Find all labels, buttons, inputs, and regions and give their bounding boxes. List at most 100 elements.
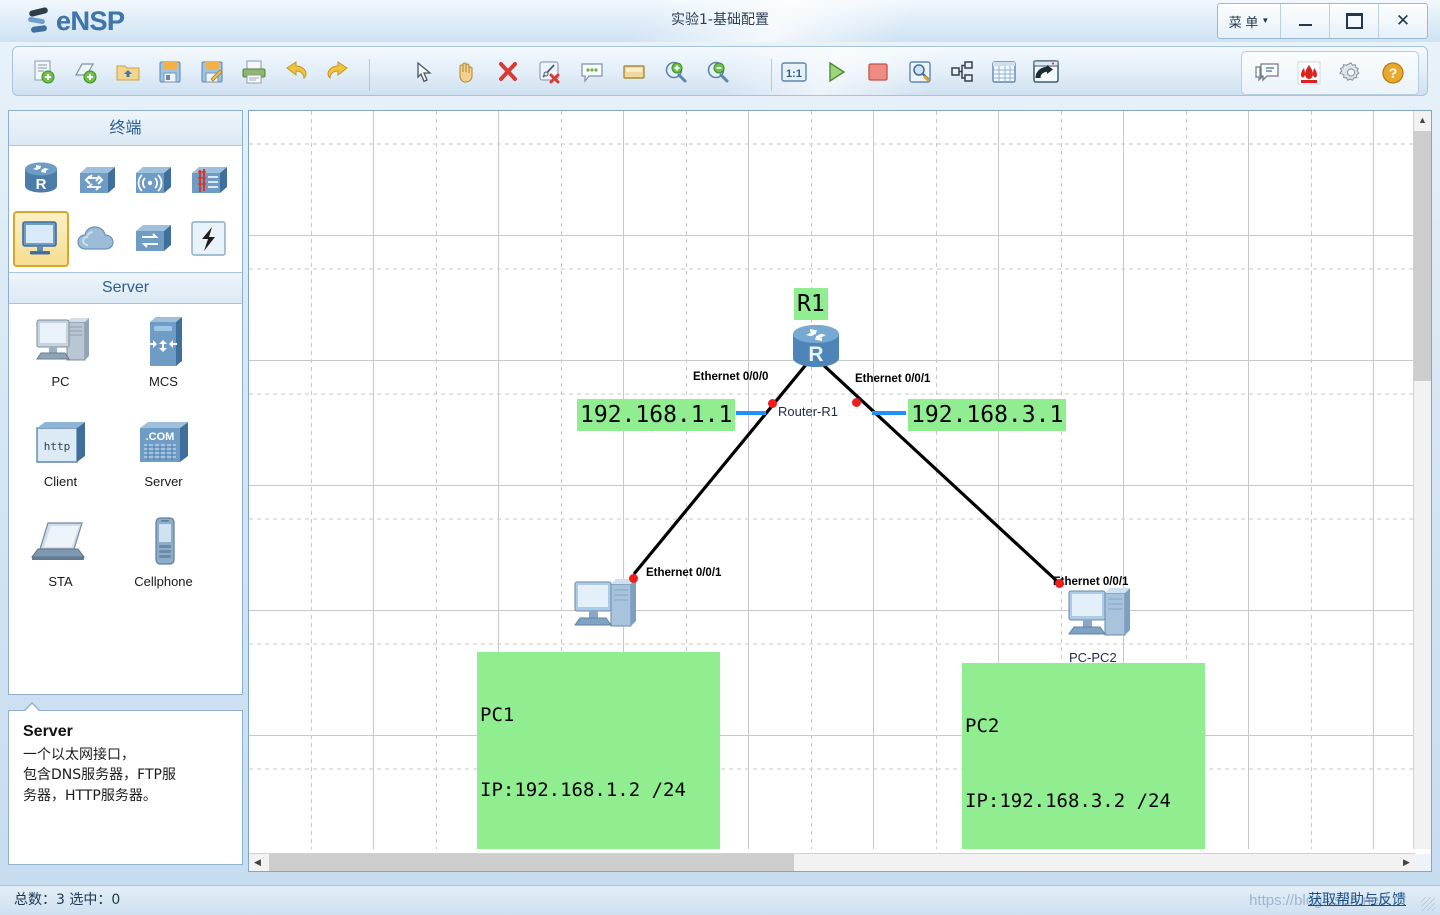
palette-item-switch[interactable] bbox=[69, 153, 125, 209]
vertical-scroll-thumb[interactable] bbox=[1414, 131, 1431, 381]
remove-link-icon[interactable] bbox=[529, 51, 571, 93]
device-info-line-2: 包含DNS服务器，FTP服 bbox=[23, 767, 176, 784]
com-server-icon: .COM bbox=[132, 412, 196, 474]
pc1-annotation-box: PC1 IP:192.168.1.2 /24 网关：192.168.1.1 bbox=[477, 652, 720, 849]
zoom-reset-icon[interactable]: 1:1 bbox=[773, 51, 815, 93]
main-toolbar: 1:1 ? bbox=[12, 46, 1428, 96]
router-iface-left-label: Ethernet 0/0/0 bbox=[693, 371, 769, 383]
ip-left-underline bbox=[736, 411, 766, 415]
palette-item-cloud[interactable] bbox=[69, 211, 125, 267]
device-palette: 终端 R Server PC MCS http Client .COM Serv… bbox=[8, 110, 243, 695]
zoom-out-icon[interactable] bbox=[697, 51, 739, 93]
status-bar: 总数：3 选中：0 https://blog.csdn.net/... 获取帮助… bbox=[0, 885, 1440, 915]
canvas-vertical-scrollbar[interactable]: ▲ bbox=[1413, 111, 1431, 849]
help-icon[interactable]: ? bbox=[1372, 52, 1414, 94]
palette-item-custom-switch[interactable] bbox=[125, 211, 181, 267]
resize-grip-icon[interactable] bbox=[1421, 897, 1435, 911]
menu-button-label: 菜 单 bbox=[1228, 14, 1259, 30]
link-r1-pc1 bbox=[632, 359, 811, 576]
start-device-icon[interactable] bbox=[815, 51, 857, 93]
router-annotation-r1: R1 bbox=[794, 288, 828, 321]
router-device-name: Router-R1 bbox=[778, 404, 838, 419]
device-item-pc[interactable]: PC bbox=[9, 312, 112, 412]
palette-item-firewall[interactable] bbox=[181, 153, 237, 209]
print-icon[interactable] bbox=[233, 51, 275, 93]
maximize-button[interactable] bbox=[1330, 4, 1379, 38]
device-item-client[interactable]: http Client bbox=[9, 412, 112, 512]
huawei-logo-icon[interactable] bbox=[1288, 52, 1330, 94]
pc-node-pc1[interactable] bbox=[567, 576, 639, 643]
device-item-server-label: Server bbox=[144, 474, 183, 489]
delete-icon[interactable] bbox=[487, 51, 529, 93]
minimize-icon bbox=[1298, 24, 1312, 26]
app-logo-text: eNSP bbox=[56, 5, 125, 36]
packet-capture-icon[interactable] bbox=[899, 51, 941, 93]
scroll-right-icon[interactable]: ▶ bbox=[1398, 854, 1415, 871]
horizontal-scroll-thumb[interactable] bbox=[269, 854, 794, 871]
ip-right-underline bbox=[872, 411, 906, 415]
select-cursor-icon[interactable] bbox=[403, 51, 445, 93]
status-counts: 总数：3 选中：0 bbox=[14, 892, 121, 908]
link-endpoint-pc2 bbox=[1055, 579, 1064, 588]
svg-text:R: R bbox=[36, 176, 47, 193]
pc2-annotation-line-2: IP:192.168.3.2 /24 bbox=[965, 790, 1171, 813]
window-controls: 菜 单 ▼ ✕ bbox=[1217, 3, 1428, 39]
undo-icon[interactable] bbox=[275, 51, 317, 93]
help-feedback-link[interactable]: 获取帮助与反馈 bbox=[1308, 886, 1406, 915]
pan-hand-icon[interactable] bbox=[445, 51, 487, 93]
chat-icon[interactable] bbox=[1246, 52, 1288, 94]
topology-tree-icon[interactable] bbox=[941, 51, 983, 93]
toolbar-right-group: ? bbox=[1241, 51, 1419, 95]
palette-section-title: Server bbox=[9, 272, 242, 304]
open-folder-icon[interactable] bbox=[107, 51, 149, 93]
device-info-title: Server bbox=[23, 723, 73, 740]
svg-text:.COM: .COM bbox=[145, 431, 174, 443]
palette-item-connection[interactable] bbox=[181, 211, 237, 267]
settings-gear-icon[interactable] bbox=[1330, 52, 1372, 94]
device-item-cellphone-label: Cellphone bbox=[134, 574, 193, 589]
palette-item-terminal[interactable] bbox=[13, 211, 69, 267]
restore-window-icon[interactable] bbox=[1025, 51, 1067, 93]
device-info-line-1: 一个以太网接口， bbox=[23, 747, 135, 763]
palette-item-router[interactable]: R bbox=[13, 153, 69, 209]
router-node-r1[interactable]: R bbox=[787, 322, 845, 383]
topology-canvas[interactable]: R R1 Router-R1 Ethernet 0/0/0 Ethernet 0… bbox=[249, 111, 1415, 849]
close-button[interactable]: ✕ bbox=[1379, 4, 1427, 38]
scroll-left-icon[interactable]: ◀ bbox=[249, 854, 266, 871]
scrollbar-corner bbox=[1414, 854, 1431, 871]
new-device-icon[interactable] bbox=[65, 51, 107, 93]
device-item-sta-label: STA bbox=[48, 574, 73, 589]
router-ip-right-annotation: 192.168.3.1 bbox=[908, 399, 1067, 432]
device-item-mcs[interactable]: MCS bbox=[112, 312, 215, 412]
pc2-annotation-box: PC2 IP:192.168.3.2 /24 网关：192.168.3.1 bbox=[962, 663, 1205, 849]
rectangle-shape-icon[interactable] bbox=[613, 51, 655, 93]
redo-icon[interactable] bbox=[317, 51, 359, 93]
text-comment-icon[interactable] bbox=[571, 51, 613, 93]
save-icon[interactable] bbox=[149, 51, 191, 93]
topology-canvas-container: R R1 Router-R1 Ethernet 0/0/0 Ethernet 0… bbox=[248, 110, 1432, 872]
device-item-cellphone[interactable]: Cellphone bbox=[112, 512, 215, 612]
device-item-server[interactable]: .COM Server bbox=[112, 412, 215, 512]
pc1-iface-label: Ethernet 0/0/1 bbox=[646, 567, 722, 579]
minimize-button[interactable] bbox=[1281, 4, 1330, 38]
device-item-sta[interactable]: STA bbox=[9, 512, 112, 612]
stop-device-icon[interactable] bbox=[857, 51, 899, 93]
pc-tower-icon bbox=[27, 312, 95, 374]
palette-header: 终端 bbox=[9, 111, 242, 146]
scroll-up-icon[interactable]: ▲ bbox=[1414, 111, 1431, 128]
close-icon: ✕ bbox=[1395, 11, 1411, 30]
app-logo: eNSP bbox=[26, 5, 125, 37]
save-as-icon[interactable] bbox=[191, 51, 233, 93]
menu-button[interactable]: 菜 单 ▼ bbox=[1218, 4, 1281, 38]
zoom-in-icon[interactable] bbox=[655, 51, 697, 93]
grid-toggle-icon[interactable] bbox=[983, 51, 1025, 93]
pc-node-pc2[interactable] bbox=[1061, 585, 1133, 652]
palette-item-wlan[interactable] bbox=[125, 153, 181, 209]
new-topology-icon[interactable] bbox=[23, 51, 65, 93]
canvas-horizontal-scrollbar[interactable]: ◀ ▶ bbox=[249, 853, 1415, 871]
ensp-application-window: eNSP 实验1-基础配置 菜 单 ▼ ✕ 1:1 ? 终端 R Server … bbox=[0, 0, 1440, 915]
router-ip-left-annotation: 192.168.1.1 bbox=[577, 399, 736, 432]
device-list: PC MCS http Client .COM Server STA Cellp… bbox=[9, 304, 242, 612]
laptop-icon bbox=[28, 512, 94, 574]
pc2-iface-label: Ethernet 0/0/1 bbox=[1053, 576, 1129, 588]
